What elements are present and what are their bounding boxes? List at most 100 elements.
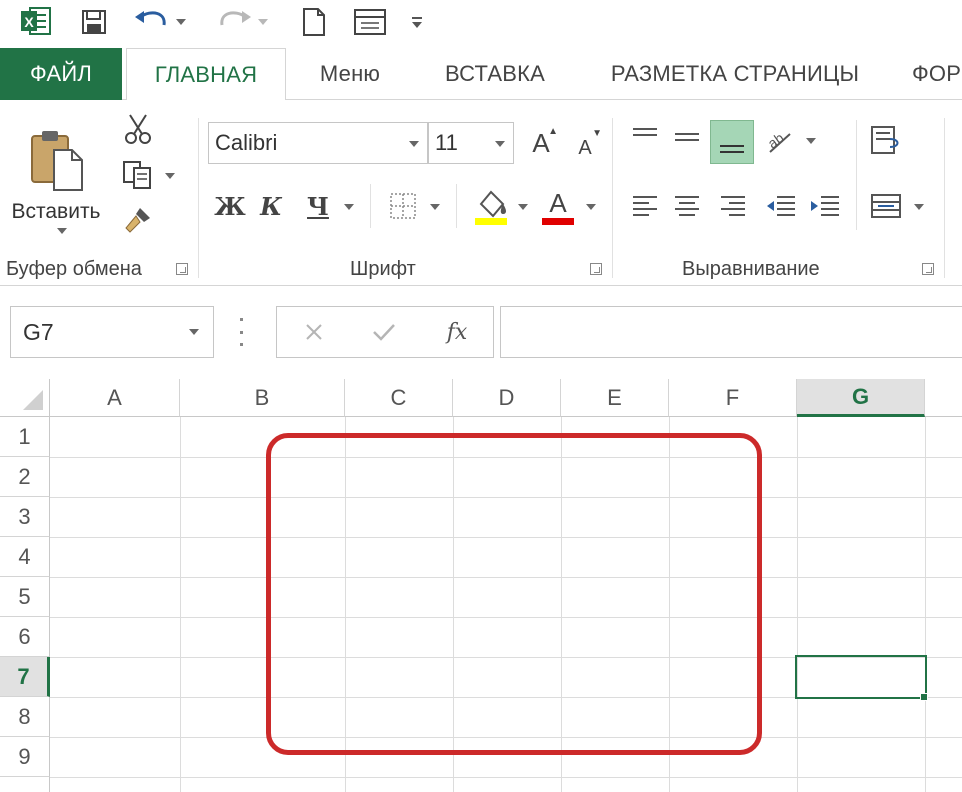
font-color-dropdown-caret[interactable] (586, 204, 596, 210)
column-header-d[interactable]: D (453, 379, 561, 417)
column-header-c[interactable]: C (345, 379, 453, 417)
chevron-down-icon (189, 329, 199, 335)
tab-home[interactable]: ГЛАВНАЯ (126, 48, 286, 101)
underline-button[interactable]: Ч (300, 188, 336, 224)
fill-color-button[interactable] (470, 184, 512, 228)
alignment-launcher-icon[interactable] (922, 263, 934, 275)
customize-toolbar-button[interactable] (406, 4, 428, 40)
underline-dropdown-caret[interactable] (344, 204, 354, 210)
select-all-button[interactable] (0, 379, 50, 417)
row-header-6[interactable]: 6 (0, 617, 50, 657)
confirm-entry-button[interactable] (367, 317, 401, 347)
column-header-b[interactable]: B (180, 379, 345, 417)
fill-color-dropdown-caret[interactable] (518, 204, 528, 210)
orientation-button[interactable]: ab (762, 120, 798, 160)
row-header-8[interactable]: 8 (0, 697, 50, 737)
select-all-icon (23, 390, 43, 410)
tab-formulas[interactable]: ФОР (912, 48, 962, 100)
caret-up-icon: ▲ (548, 126, 558, 137)
merge-dropdown-caret[interactable] (914, 204, 924, 210)
bold-icon: Ж (214, 191, 246, 221)
row-header-2[interactable]: 2 (0, 457, 50, 497)
ribbon-tabs: ФАЙЛ ГЛАВНАЯ Меню ВСТАВКА РАЗМЕТКА СТРАН… (0, 48, 962, 101)
divider (370, 184, 371, 228)
row-header-3[interactable]: 3 (0, 497, 50, 537)
font-name-select[interactable]: Calibri (208, 122, 428, 164)
row-header-9[interactable]: 9 (0, 737, 50, 777)
svg-text:X: X (24, 14, 34, 30)
font-color-swatch (542, 217, 574, 225)
undo-button[interactable] (132, 4, 190, 40)
highlight-annotation (266, 433, 762, 755)
wrap-text-icon (871, 126, 899, 154)
paste-dropdown-caret[interactable] (57, 228, 67, 234)
redo-button[interactable] (212, 4, 270, 40)
column-header-g[interactable]: G (797, 379, 925, 417)
group-separator (198, 118, 199, 278)
align-left-button[interactable] (626, 188, 664, 224)
print-preview-button[interactable] (350, 4, 390, 40)
row-header-10-partial[interactable] (0, 777, 50, 792)
tab-file[interactable]: ФАЙЛ (0, 48, 122, 100)
quick-access-toolbar: X (0, 0, 962, 48)
copy-button[interactable] (118, 158, 158, 192)
tab-menu[interactable]: Меню (300, 48, 400, 100)
text-orientation-icon: ab (765, 129, 791, 153)
shrink-font-button[interactable]: A ▼ (568, 126, 602, 164)
cancel-entry-button[interactable] (297, 317, 331, 347)
worksheet-grid[interactable]: A B C D E F G 1 2 3 4 5 6 7 8 9 (0, 376, 962, 792)
borders-button[interactable] (384, 188, 422, 224)
active-cell[interactable] (795, 655, 927, 699)
fill-handle[interactable] (920, 693, 928, 701)
cut-button[interactable] (120, 112, 156, 146)
increase-indent-button[interactable] (806, 188, 844, 224)
paste-label: Вставить (11, 200, 101, 223)
shrink-font-icon: A (578, 136, 592, 159)
orientation-dropdown-caret[interactable] (806, 138, 816, 144)
save-icon (82, 10, 106, 34)
name-box[interactable]: G7 (10, 306, 214, 358)
merge-center-button[interactable] (866, 186, 906, 226)
align-bottom-button[interactable] (710, 120, 754, 164)
clipboard-launcher-icon[interactable] (176, 263, 188, 275)
paste-button[interactable]: Вставить (10, 114, 102, 238)
tab-insert[interactable]: ВСТАВКА (420, 48, 570, 100)
font-size-select[interactable]: 11 (428, 122, 514, 164)
font-launcher-icon[interactable] (590, 263, 602, 275)
borders-dropdown-caret[interactable] (430, 204, 440, 210)
group-separator (944, 118, 945, 278)
align-top-button[interactable] (626, 120, 664, 154)
align-center-button[interactable] (668, 188, 706, 224)
formula-input[interactable] (500, 306, 962, 358)
save-button[interactable] (76, 4, 112, 40)
merge-center-icon (871, 194, 901, 218)
copy-dropdown-caret[interactable] (165, 173, 175, 179)
row-header-5[interactable]: 5 (0, 577, 50, 617)
name-box-value: G7 (23, 318, 54, 345)
wrap-text-button[interactable] (866, 120, 906, 160)
column-header-partial[interactable] (925, 379, 962, 417)
borders-icon (390, 193, 416, 219)
tab-page-layout[interactable]: РАЗМЕТКА СТРАНИЦЫ (590, 48, 880, 100)
new-document-button[interactable] (298, 4, 330, 40)
format-painter-button[interactable] (120, 202, 156, 236)
row-header-7[interactable]: 7 (0, 657, 50, 697)
bold-button[interactable]: Ж (212, 188, 248, 224)
align-top-icon (633, 128, 657, 136)
column-header-f[interactable]: F (669, 379, 797, 417)
align-right-button[interactable] (714, 188, 752, 224)
formula-bar-resize-handle[interactable] (240, 318, 244, 346)
italic-button[interactable]: К (254, 188, 288, 224)
column-header-a[interactable]: A (50, 379, 180, 417)
row-header-1[interactable]: 1 (0, 417, 50, 457)
grow-font-button[interactable]: A ▲ (524, 122, 558, 164)
font-color-button[interactable]: A (538, 184, 578, 228)
gridline (925, 417, 926, 792)
row-header-4[interactable]: 4 (0, 537, 50, 577)
align-right-icon (721, 196, 745, 216)
column-header-e[interactable]: E (561, 379, 669, 417)
fx-icon: fx (446, 319, 468, 345)
decrease-indent-button[interactable] (762, 188, 800, 224)
insert-function-button[interactable]: fx (437, 315, 477, 349)
align-middle-button[interactable] (668, 120, 706, 154)
